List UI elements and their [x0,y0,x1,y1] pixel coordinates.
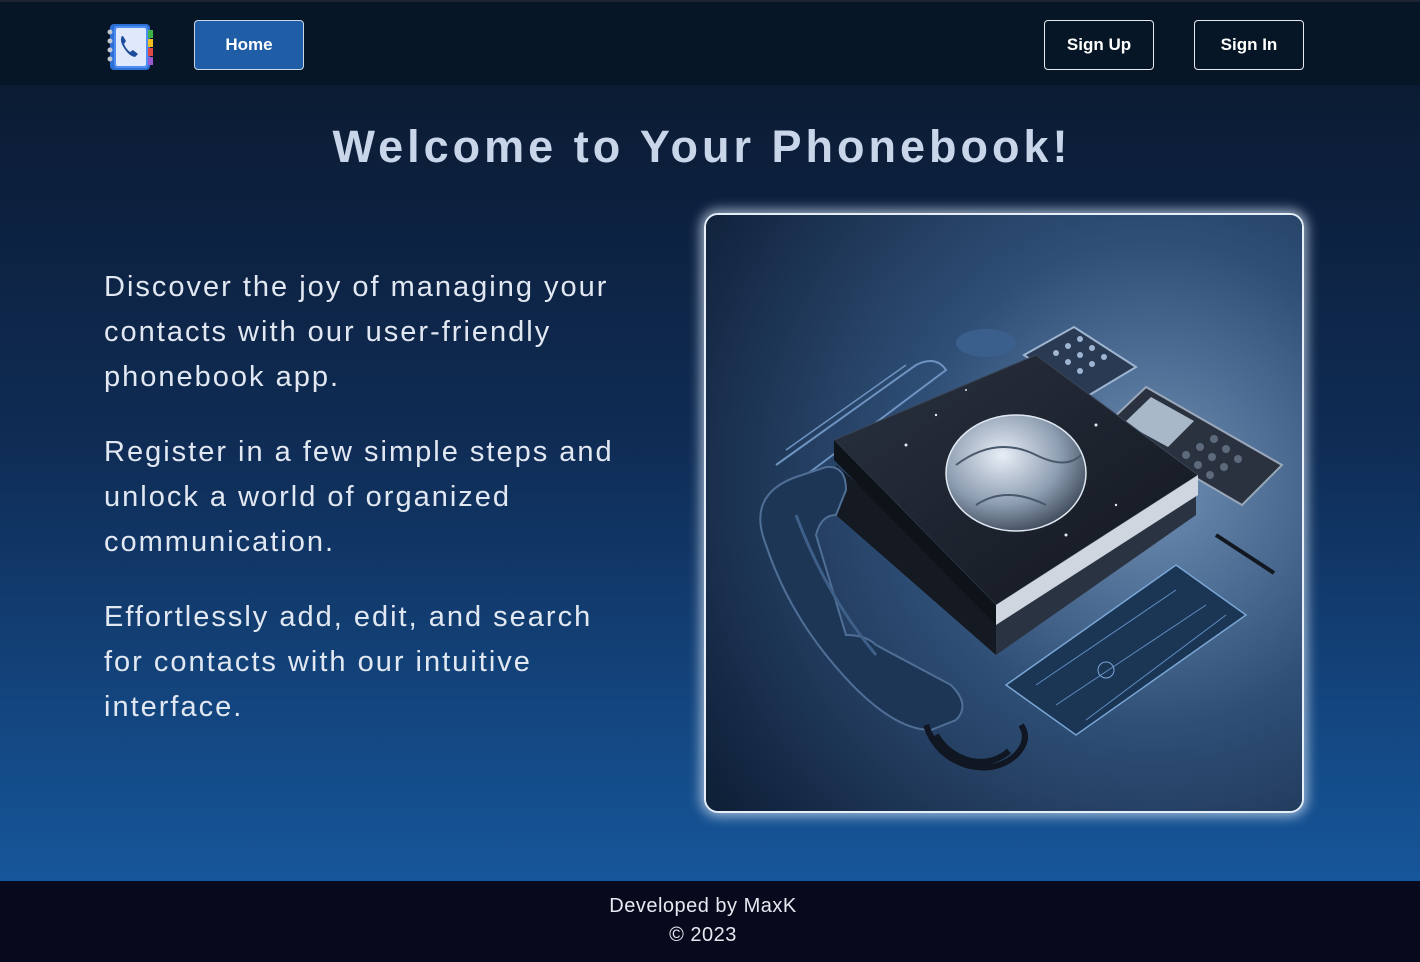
phonebook-icon[interactable] [104,22,156,72]
intro-text: Discover the joy of managing your contac… [104,265,624,760]
sign-in-button[interactable]: Sign In [1194,20,1304,70]
sign-up-button[interactable]: Sign Up [1044,20,1154,70]
hero-image [704,213,1304,813]
main-content: Welcome to Your Phonebook! Discover the … [0,85,1420,881]
intro-paragraph: Discover the joy of managing your contac… [104,271,609,393]
navbar: Home Sign Up Sign In [0,2,1420,85]
footer: Developed by MaxK © 2023 [0,881,1420,962]
copyright-text: © 2023 [669,924,737,946]
intro-paragraph: Effortlessly add, edit, and search for c… [104,601,593,723]
developer-credit: Developed by MaxK [609,895,797,917]
intro-paragraph: Register in a few simple steps and unloc… [104,436,614,558]
home-button[interactable]: Home [194,20,304,70]
page-title: Welcome to Your Phonebook! [332,121,1072,172]
